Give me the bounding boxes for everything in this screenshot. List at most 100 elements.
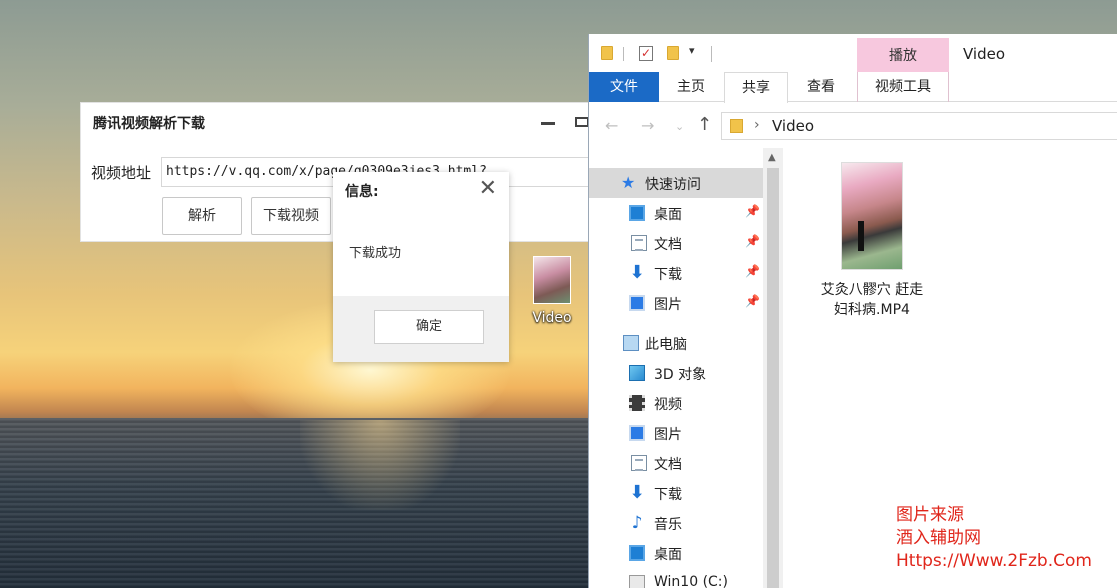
watermark-line: Https://Www.2Fzb.Com bbox=[896, 551, 1092, 571]
sidebar-item-label: 文档 bbox=[654, 237, 682, 253]
tab-view[interactable]: 查看 bbox=[789, 72, 853, 102]
tab-home[interactable]: 主页 bbox=[659, 72, 723, 102]
toolbar-divider bbox=[623, 47, 624, 61]
video-thumbnail-icon bbox=[533, 256, 571, 304]
source-watermark: 图片来源 酒入辅助网 Https://Www.2Fzb.Com bbox=[896, 504, 1092, 573]
sun-reflection bbox=[300, 420, 460, 510]
info-dialog: 信息: ✕ 下载成功 确定 bbox=[333, 172, 509, 362]
tab-video-tools[interactable]: 视频工具 bbox=[857, 72, 949, 102]
sidebar-item-pictures[interactable]: 图片 📌 bbox=[589, 288, 763, 318]
thumbnail-detail bbox=[858, 221, 864, 251]
pictures-icon bbox=[629, 425, 645, 441]
star-icon: ★ bbox=[621, 173, 636, 192]
breadcrumb[interactable]: Video bbox=[772, 117, 814, 135]
downloads-icon: ⬇ bbox=[629, 262, 645, 283]
window-title: Video bbox=[963, 45, 1006, 63]
sidebar-item-label: 图片 bbox=[654, 297, 682, 313]
dialog-title: 信息: bbox=[345, 184, 379, 200]
sidebar-item-drive-c[interactable]: Win10 (C:) bbox=[589, 568, 763, 588]
desktop-icon bbox=[629, 545, 645, 561]
toolbar-divider bbox=[711, 46, 712, 62]
sidebar-item-label: 图片 bbox=[654, 427, 682, 443]
chevron-right-icon[interactable]: › bbox=[754, 117, 760, 133]
file-name-line: 艾灸八髎穴 赶走 bbox=[820, 282, 924, 298]
tab-file[interactable]: 文件 bbox=[589, 72, 659, 102]
sidebar-item-documents[interactable]: 文档 bbox=[589, 448, 763, 478]
watermark-line: 图片来源 bbox=[896, 505, 964, 525]
sidebar-item-label: 3D 对象 bbox=[654, 367, 707, 383]
watermark-line: 酒入辅助网 bbox=[896, 528, 981, 548]
sidebar-item-desktop[interactable]: 桌面 📌 bbox=[589, 198, 763, 228]
pictures-icon bbox=[629, 295, 645, 311]
sidebar-item-desktop[interactable]: 桌面 bbox=[589, 538, 763, 568]
sidebar-item-label: 快速访问 bbox=[645, 177, 701, 193]
sidebar-item-downloads[interactable]: ⬇ 下载 bbox=[589, 478, 763, 508]
sidebar-item-this-pc[interactable]: 此电脑 bbox=[589, 328, 763, 358]
sidebar-item-downloads[interactable]: ⬇ 下载 📌 bbox=[589, 258, 763, 288]
pin-icon[interactable]: 📌 bbox=[745, 234, 760, 248]
properties-icon[interactable]: ✓ bbox=[639, 46, 653, 61]
desktop-icon-label: Video bbox=[532, 310, 572, 326]
sidebar-item-label: 桌面 bbox=[654, 207, 682, 223]
desktop-video-shortcut[interactable]: Video bbox=[524, 256, 580, 326]
ribbon-tabs: 文件 主页 共享 查看 视频工具 bbox=[589, 72, 1117, 103]
recent-locations-icon[interactable]: ⌄ bbox=[675, 120, 684, 133]
pin-icon[interactable]: 📌 bbox=[745, 264, 760, 278]
drive-icon bbox=[629, 575, 645, 588]
new-folder-icon[interactable] bbox=[667, 46, 679, 60]
sidebar-item-quick-access[interactable]: ★ 快速访问 bbox=[589, 168, 763, 198]
address-row: ← → ⌄ ↑ › Video bbox=[589, 104, 1117, 148]
video-file-thumbnail bbox=[841, 162, 903, 270]
sidebar-item-label: 此电脑 bbox=[645, 337, 687, 353]
sidebar-item-label: Win10 (C:) bbox=[654, 574, 728, 588]
download-video-button[interactable]: 下载视频 bbox=[251, 197, 331, 235]
videos-icon bbox=[629, 395, 645, 411]
documents-icon bbox=[631, 455, 647, 471]
navigation-pane: ★ 快速访问 桌面 📌 文档 📌 ⬇ 下载 📌 图片 📌 此电脑 3D 对象 视… bbox=[589, 148, 763, 588]
tab-share[interactable]: 共享 bbox=[724, 72, 788, 103]
confirm-button[interactable]: 确定 bbox=[374, 310, 484, 344]
back-arrow-icon[interactable]: ← bbox=[605, 116, 618, 135]
pin-icon[interactable]: 📌 bbox=[745, 204, 760, 218]
sidebar-item-pictures[interactable]: 图片 bbox=[589, 418, 763, 448]
forward-arrow-icon[interactable]: → bbox=[641, 116, 654, 135]
documents-icon bbox=[631, 235, 647, 251]
file-name-line: 妇科病.MP4 bbox=[834, 302, 910, 318]
close-icon[interactable]: ✕ bbox=[479, 177, 497, 201]
sidebar-item-label: 下载 bbox=[654, 487, 682, 503]
dialog-footer: 确定 bbox=[333, 296, 509, 362]
3d-objects-icon bbox=[629, 365, 645, 381]
quick-access-toolbar: ✓ ▾ bbox=[589, 34, 1117, 74]
dialog-message: 下载成功 bbox=[349, 246, 402, 261]
nav-scrollbar[interactable]: ▲ bbox=[763, 148, 783, 588]
sidebar-item-label: 音乐 bbox=[654, 517, 682, 533]
desktop-icon bbox=[629, 205, 645, 221]
sidebar-item-label: 文档 bbox=[654, 457, 682, 473]
folder-icon bbox=[601, 46, 613, 60]
minimize-icon[interactable] bbox=[541, 122, 555, 125]
maximize-icon[interactable] bbox=[575, 117, 589, 127]
video-file-item[interactable]: 艾灸八髎穴 赶走 妇科病.MP4 bbox=[807, 162, 937, 320]
computer-icon bbox=[623, 335, 639, 351]
app-title: 腾讯视频解析下载 bbox=[93, 116, 205, 132]
sidebar-item-videos[interactable]: 视频 bbox=[589, 388, 763, 418]
parse-button[interactable]: 解析 bbox=[162, 197, 242, 235]
music-icon: ♪ bbox=[631, 513, 643, 533]
folder-icon bbox=[730, 119, 743, 133]
pin-icon[interactable]: 📌 bbox=[745, 294, 760, 308]
play-context-tab[interactable]: 播放 bbox=[857, 38, 949, 72]
address-bar[interactable]: › Video bbox=[721, 112, 1117, 140]
sidebar-item-label: 下载 bbox=[654, 267, 682, 283]
up-arrow-icon[interactable]: ↑ bbox=[697, 114, 712, 135]
sidebar-item-label: 视频 bbox=[654, 397, 682, 413]
downloads-icon: ⬇ bbox=[629, 482, 645, 503]
sidebar-item-documents[interactable]: 文档 📌 bbox=[589, 228, 763, 258]
sidebar-item-label: 桌面 bbox=[654, 547, 682, 563]
scroll-up-icon[interactable]: ▲ bbox=[768, 152, 776, 163]
sidebar-item-music[interactable]: ♪ 音乐 bbox=[589, 508, 763, 538]
customize-toolbar-icon[interactable]: ▾ bbox=[689, 44, 695, 57]
url-label: 视频地址 bbox=[91, 164, 152, 182]
sidebar-item-3d-objects[interactable]: 3D 对象 bbox=[589, 358, 763, 388]
scrollbar-thumb[interactable] bbox=[767, 168, 779, 588]
file-name: 艾灸八髎穴 赶走 妇科病.MP4 bbox=[807, 280, 937, 320]
